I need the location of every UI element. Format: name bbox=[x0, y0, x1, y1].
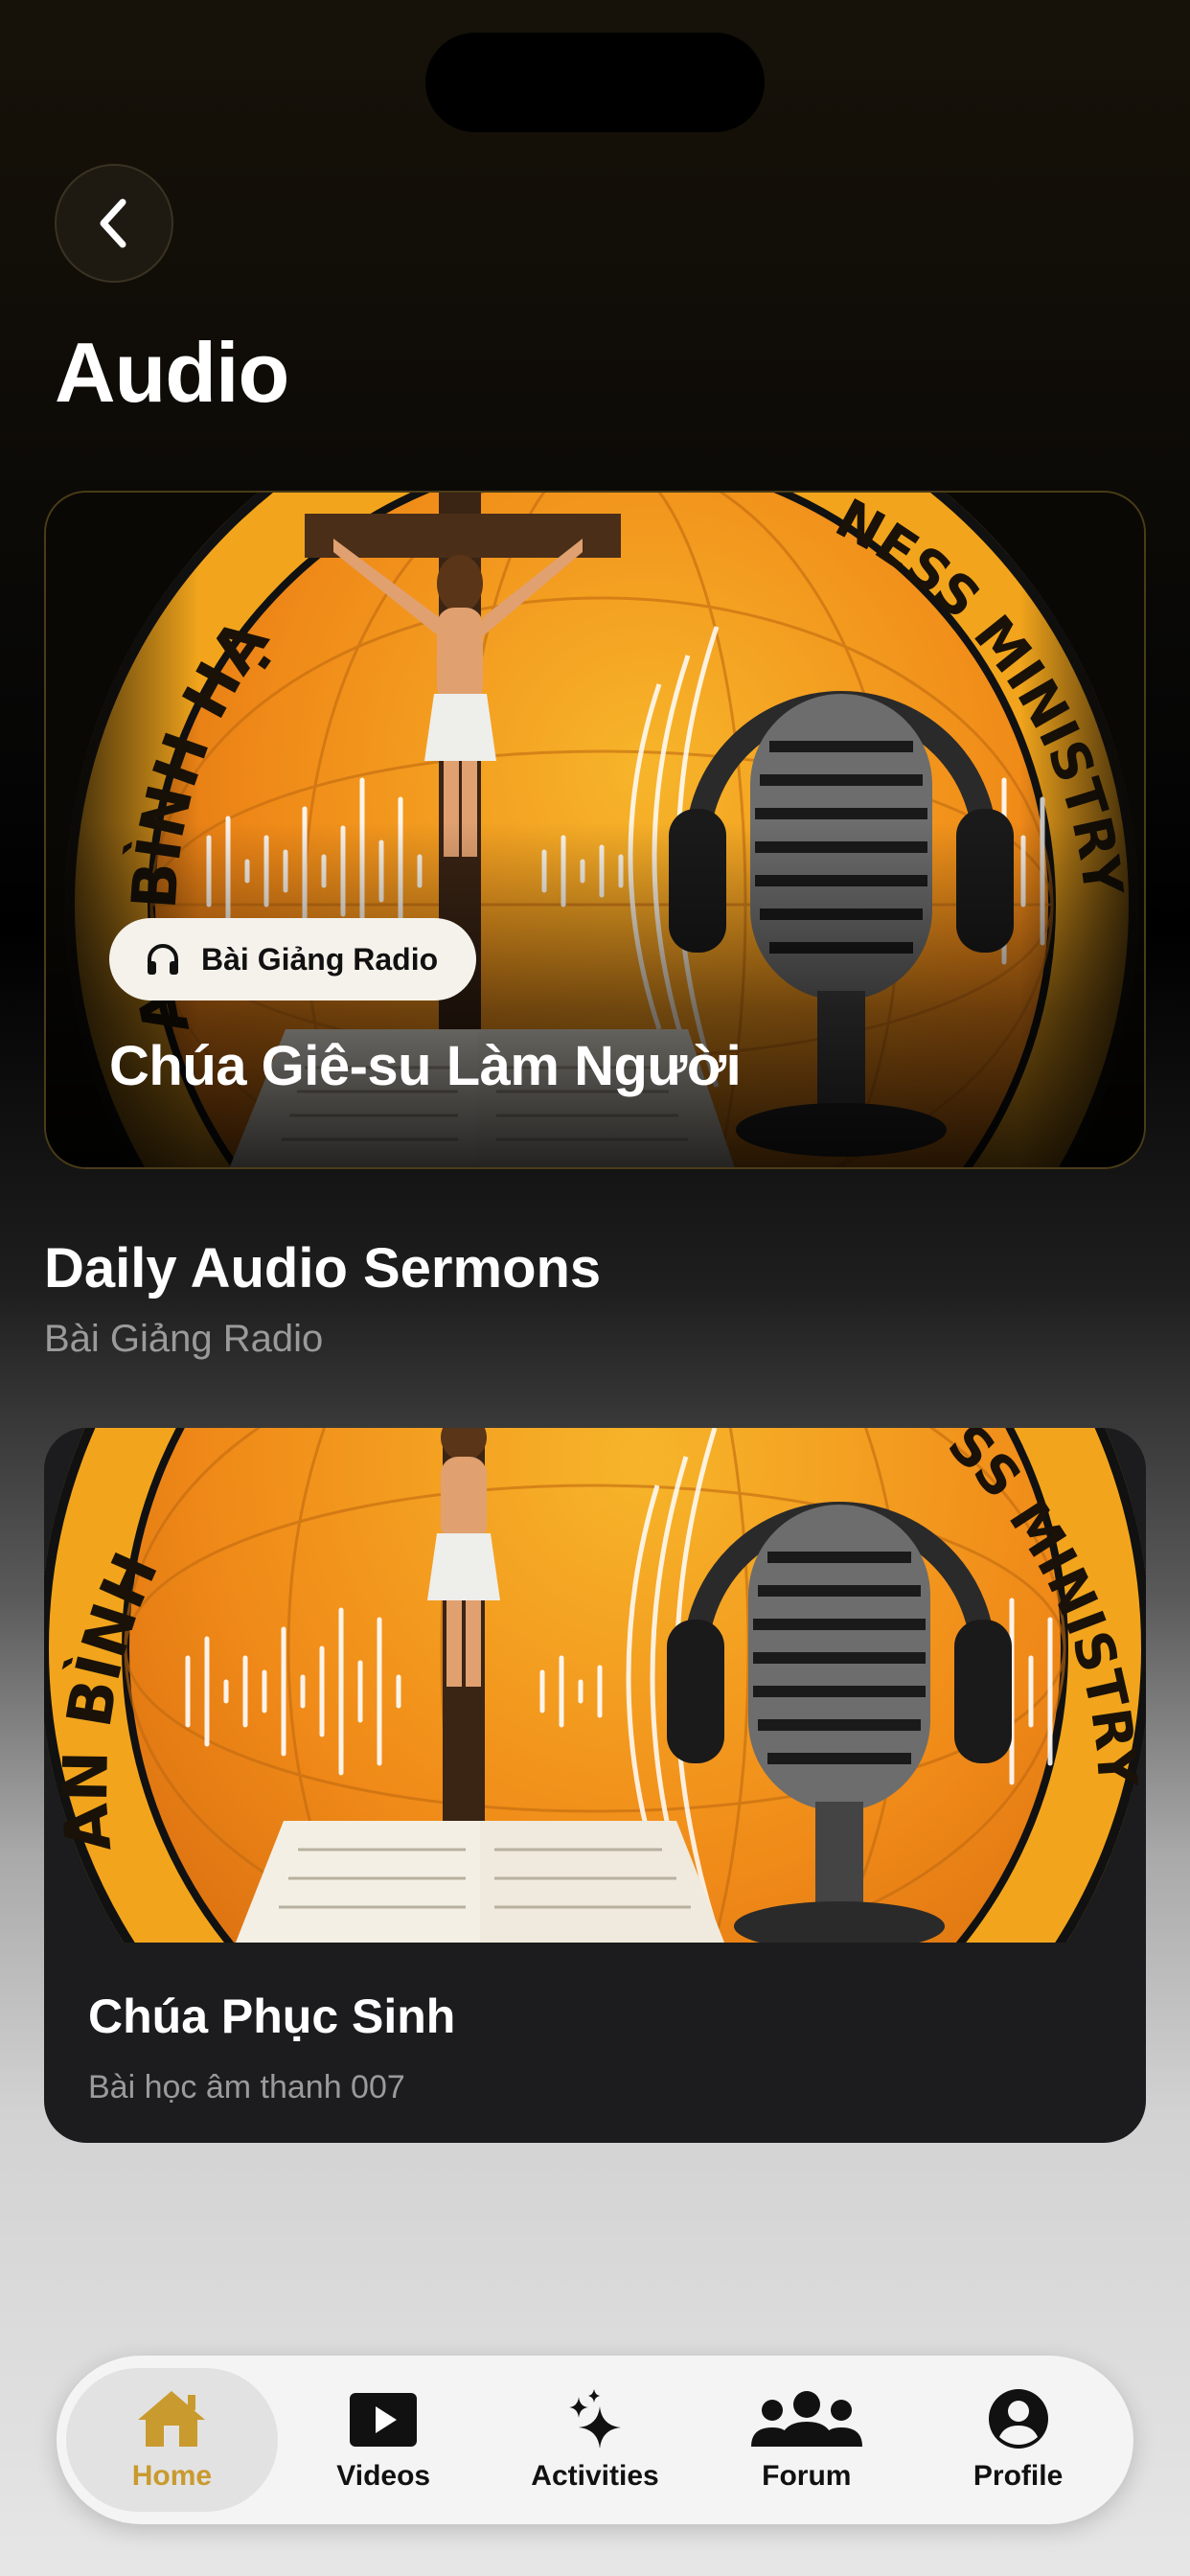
audio-lesson-card[interactable]: AN BÌNH SS MINISTRY Chúa Phục Sinh Bài h… bbox=[44, 1428, 1146, 2143]
section-title: Daily Audio Sermons bbox=[44, 1237, 602, 1300]
chevron-left-icon bbox=[100, 198, 126, 248]
featured-title: Chúa Giê-su Làm Người bbox=[109, 1035, 742, 1097]
lesson-subtitle: Bài học âm thanh 007 bbox=[88, 2069, 405, 2105]
dynamic-island bbox=[425, 33, 765, 132]
sparkles-icon bbox=[568, 2389, 621, 2449]
tab-forum[interactable]: Forum bbox=[700, 2368, 912, 2512]
tab-profile-label: Profile bbox=[973, 2460, 1064, 2492]
tab-home[interactable]: Home bbox=[66, 2368, 278, 2512]
page-title: Audio bbox=[55, 325, 289, 420]
tab-home-label: Home bbox=[131, 2460, 213, 2492]
tab-forum-label: Forum bbox=[762, 2460, 852, 2492]
bottom-tab-bar: Home Videos Activities Forum Profile bbox=[57, 2356, 1133, 2524]
tab-videos[interactable]: Videos bbox=[278, 2368, 490, 2512]
featured-audio-card[interactable]: AN BÌNH HẠ NESS MINISTRY bbox=[44, 491, 1146, 1169]
headphones-icon bbox=[148, 944, 178, 975]
tab-activities-label: Activities bbox=[531, 2460, 659, 2492]
category-chip-label: Bài Giảng Radio bbox=[201, 941, 439, 977]
back-button[interactable] bbox=[55, 164, 173, 283]
tab-profile[interactable]: Profile bbox=[912, 2368, 1124, 2512]
home-icon bbox=[138, 2391, 206, 2447]
tab-videos-label: Videos bbox=[336, 2460, 431, 2492]
lesson-title: Chúa Phục Sinh bbox=[88, 1990, 456, 2043]
lesson-artwork: AN BÌNH SS MINISTRY bbox=[44, 1428, 1146, 1943]
play-icon bbox=[350, 2393, 418, 2447]
group-icon bbox=[750, 2391, 862, 2447]
tab-activities[interactable]: Activities bbox=[490, 2368, 701, 2512]
category-chip[interactable]: Bài Giảng Radio bbox=[109, 918, 477, 1000]
section-subtitle: Bài Giảng Radio bbox=[44, 1318, 324, 1360]
profile-icon bbox=[988, 2389, 1048, 2449]
